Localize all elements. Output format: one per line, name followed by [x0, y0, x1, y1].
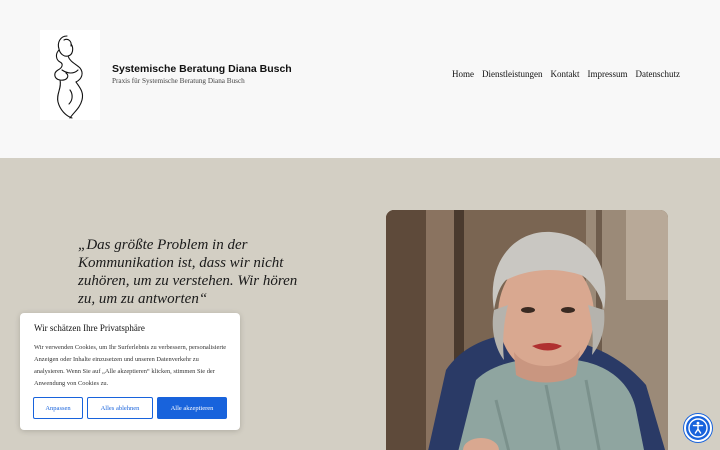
nav-item-kontakt[interactable]: Kontakt — [551, 69, 580, 79]
nav-item-datenschutz[interactable]: Datenschutz — [636, 69, 680, 79]
reject-all-button[interactable]: Alles ablehnen — [87, 397, 153, 419]
main-nav: Home Dienstleistungen Kontakt Impressum … — [452, 69, 680, 79]
site-header: Systemische Beratung Diana Busch Praxis … — [0, 0, 720, 158]
site-tagline: Praxis für Systemische Beratung Diana Bu… — [112, 77, 245, 85]
cookie-title: Wir schätzen Ihre Privatsphäre — [34, 323, 145, 333]
nav-item-impressum[interactable]: Impressum — [588, 69, 628, 79]
portrait-photo — [386, 210, 668, 450]
cookie-buttons: Anpassen Alles ablehnen Alle akzeptieren — [33, 397, 227, 419]
accessibility-icon — [688, 418, 708, 438]
site-logo[interactable] — [40, 30, 100, 120]
accept-all-button[interactable]: Alle akzeptieren — [157, 397, 227, 419]
accessibility-button[interactable] — [684, 414, 712, 442]
nav-item-home[interactable]: Home — [452, 69, 474, 79]
hero-quote: „Das größte Problem in der Kommunikation… — [78, 237, 298, 307]
line-art-woman-logo-icon — [54, 35, 84, 119]
nav-item-dienstleistungen[interactable]: Dienstleistungen — [482, 69, 543, 79]
site-title[interactable]: Systemische Beratung Diana Busch — [112, 63, 292, 75]
cookie-consent-banner: Wir schätzen Ihre Privatsphäre Wir verwe… — [20, 313, 240, 430]
cookie-text: Wir verwenden Cookies, um Ihr Surferlebn… — [34, 344, 227, 387]
customize-button[interactable]: Anpassen — [33, 397, 83, 419]
